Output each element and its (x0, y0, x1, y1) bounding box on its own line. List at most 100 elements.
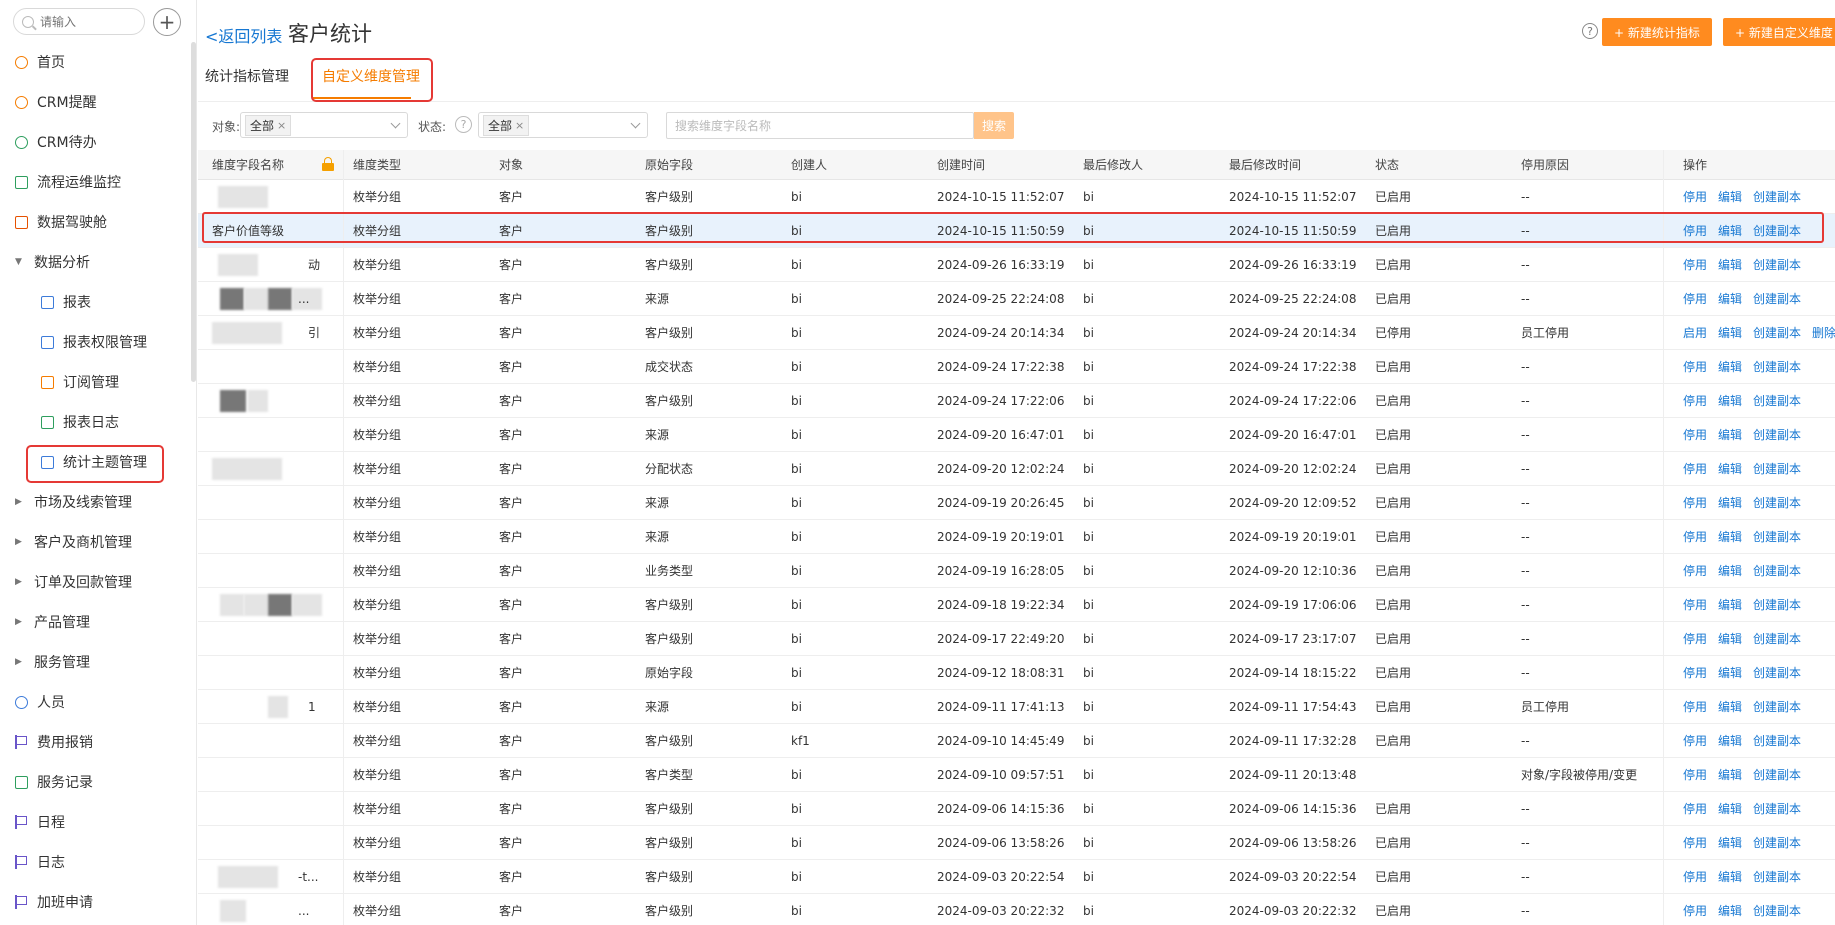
action-link[interactable]: 创建副本 (1753, 188, 1801, 205)
table-row[interactable]: 引 枚举分组 客户 客户级别 bi 2024-09-24 20:14:34 bi 2024-0… (198, 316, 1835, 350)
action-link[interactable]: 创建副本 (1753, 902, 1801, 919)
sidebar-item-8[interactable]: 订阅管理 (0, 362, 190, 402)
action-link[interactable]: 编辑 (1718, 222, 1742, 239)
action-link[interactable]: 停用 (1683, 528, 1707, 545)
sidebar-item-16[interactable]: 人员 (0, 682, 190, 722)
sidebar-item-21[interactable]: 加班申请 (0, 882, 190, 922)
table-row[interactable]: 枚举分组 客户 客户类型 bi 2024-09-10 09:57:51 bi 2024-09… (198, 758, 1835, 792)
action-link[interactable]: 编辑 (1718, 630, 1742, 647)
action-link[interactable]: 创建副本 (1753, 324, 1801, 341)
new-metric-button[interactable]: + 新建统计指标 (1602, 18, 1712, 46)
action-link[interactable]: 编辑 (1718, 698, 1742, 715)
back-to-list-link[interactable]: <返回列表 (205, 23, 282, 47)
sidebar-item-15[interactable]: ▶ 服务管理 (0, 642, 190, 682)
table-row[interactable]: 枚举分组 客户 客户级别 bi 2024-09-06 14:15:36 bi 2024-09… (198, 792, 1835, 826)
status-help-icon[interactable]: ? (455, 116, 472, 133)
action-link[interactable]: 编辑 (1718, 868, 1742, 885)
sidebar-item-1[interactable]: CRM提醒 (0, 82, 190, 122)
table-row[interactable]: 枚举分组 客户 客户级别 bi 2024-10-15 11:52:07 bi 2024-10… (198, 180, 1835, 214)
action-link[interactable]: 停用 (1683, 766, 1707, 783)
action-link[interactable]: 启用 (1683, 324, 1707, 341)
sidebar-item-2[interactable]: CRM待办 (0, 122, 190, 162)
action-link[interactable]: 编辑 (1718, 800, 1742, 817)
action-link[interactable]: 创建副本 (1753, 732, 1801, 749)
tag-close-icon[interactable]: × (515, 119, 524, 132)
table-row[interactable]: 枚举分组 客户 原始字段 bi 2024-09-12 18:08:31 bi 2024-09… (198, 656, 1835, 690)
sidebar-item-20[interactable]: 日志 (0, 842, 190, 882)
table-row[interactable]: 客户价值等级 枚举分组 客户 客户级别 bi 2024-10-15 11:50:59 bi 2… (198, 214, 1835, 248)
sidebar-item-11[interactable]: ▶ 市场及线索管理 (0, 482, 190, 522)
status-filter-select[interactable]: 全部 × (478, 112, 648, 138)
action-link[interactable]: 创建副本 (1753, 800, 1801, 817)
sidebar-item-9[interactable]: 报表日志 (0, 402, 190, 442)
action-link[interactable]: 停用 (1683, 460, 1707, 477)
new-dimension-button[interactable]: + 新建自定义维度 (1723, 18, 1835, 46)
action-link[interactable]: 停用 (1683, 834, 1707, 851)
sidebar-scrollbar[interactable] (191, 42, 196, 382)
action-link[interactable]: 编辑 (1718, 664, 1742, 681)
action-link[interactable]: 编辑 (1718, 392, 1742, 409)
action-link[interactable]: 停用 (1683, 188, 1707, 205)
lock-icon[interactable] (322, 157, 334, 171)
table-row[interactable]: 枚举分组 客户 客户级别 kf1 2024-09-10 14:45:49 bi 2024-0… (198, 724, 1835, 758)
sidebar-search-input[interactable] (40, 14, 130, 29)
action-link[interactable]: 编辑 (1718, 426, 1742, 443)
action-link[interactable]: 创建副本 (1753, 460, 1801, 477)
search-button[interactable]: 搜索 (974, 112, 1014, 139)
action-link[interactable]: 编辑 (1718, 290, 1742, 307)
action-link[interactable]: 编辑 (1718, 256, 1742, 273)
sidebar-item-13[interactable]: ▶ 订单及回款管理 (0, 562, 190, 602)
table-row[interactable]: 枚举分组 客户 成交状态 bi 2024-09-24 17:22:38 bi 2024-09… (198, 350, 1835, 384)
table-row[interactable]: 枚举分组 客户 来源 bi 2024-09-19 20:26:45 bi 2024-09-2… (198, 486, 1835, 520)
sidebar-item-14[interactable]: ▶ 产品管理 (0, 602, 190, 642)
action-link[interactable]: 编辑 (1718, 596, 1742, 613)
sidebar-item-5[interactable]: ▼ 数据分析 (0, 242, 190, 282)
sidebar-item-10[interactable]: 统计主题管理 (0, 442, 190, 483)
tag-close-icon[interactable]: × (277, 119, 286, 132)
sidebar-item-17[interactable]: 费用报销 (0, 722, 190, 762)
table-row[interactable]: 枚举分组 客户 客户级别 bi 2024-09-17 22:49:20 bi 2024-09… (198, 622, 1835, 656)
table-row[interactable]: 枚举分组 客户 来源 bi 2024-09-19 20:19:01 bi 2024-09-1… (198, 520, 1835, 554)
action-link[interactable]: 停用 (1683, 596, 1707, 613)
sidebar-search[interactable] (13, 8, 145, 35)
action-link[interactable]: 创建副本 (1753, 528, 1801, 545)
dimension-search-input[interactable]: 搜索维度字段名称 (666, 112, 974, 139)
action-link[interactable]: 停用 (1683, 494, 1707, 511)
action-link[interactable]: 编辑 (1718, 494, 1742, 511)
action-link[interactable]: 创建副本 (1753, 494, 1801, 511)
action-link[interactable]: 编辑 (1718, 358, 1742, 375)
action-link[interactable]: 创建副本 (1753, 290, 1801, 307)
action-link[interactable]: 停用 (1683, 664, 1707, 681)
sidebar-item-18[interactable]: 服务记录 (0, 762, 190, 802)
action-link[interactable]: 编辑 (1718, 732, 1742, 749)
sidebar-item-6[interactable]: 报表 (0, 282, 190, 322)
action-link[interactable]: 创建副本 (1753, 630, 1801, 647)
sidebar-item-7[interactable]: 报表权限管理 (0, 322, 190, 362)
table-row[interactable]: 枚举分组 客户 业务类型 bi 2024-09-19 16:28:05 bi 2024-09… (198, 554, 1835, 588)
action-link[interactable]: 编辑 (1718, 188, 1742, 205)
action-link[interactable]: 停用 (1683, 562, 1707, 579)
table-row[interactable]: ... 枚举分组 客户 客户级别 bi 2024-09-03 20:22:32 bi 2024… (198, 894, 1835, 925)
table-row[interactable]: 动 枚举分组 客户 客户级别 bi 2024-09-26 16:33:19 bi 2024-0… (198, 248, 1835, 282)
action-link[interactable]: 创建副本 (1753, 698, 1801, 715)
action-link[interactable]: 停用 (1683, 426, 1707, 443)
action-link[interactable]: 停用 (1683, 800, 1707, 817)
action-link[interactable]: 创建副本 (1753, 256, 1801, 273)
action-link[interactable]: 创建副本 (1753, 596, 1801, 613)
action-link[interactable]: 停用 (1683, 358, 1707, 375)
action-link[interactable]: 编辑 (1718, 902, 1742, 919)
action-link[interactable]: 编辑 (1718, 834, 1742, 851)
sidebar-item-3[interactable]: 流程运维监控 (0, 162, 190, 202)
action-link[interactable]: 创建副本 (1753, 358, 1801, 375)
action-link[interactable]: 停用 (1683, 392, 1707, 409)
tab-metric-management[interactable]: 统计指标管理 (205, 66, 289, 86)
action-link[interactable]: 创建副本 (1753, 664, 1801, 681)
sidebar-item-4[interactable]: 数据驾驶舱 (0, 202, 190, 242)
help-icon[interactable]: ? (1582, 23, 1598, 39)
object-filter-select[interactable]: 全部 × (240, 112, 408, 138)
sidebar-item-0[interactable]: 首页 (0, 42, 190, 82)
action-link[interactable]: 停用 (1683, 868, 1707, 885)
table-row[interactable]: ... 枚举分组 客户 来源 bi 2024-09-25 22:24:08 bi 2024-0… (198, 282, 1835, 316)
table-row[interactable]: 枚举分组 客户 客户级别 bi 2024-09-06 13:58:26 bi 2024-09… (198, 826, 1835, 860)
action-link[interactable]: 停用 (1683, 902, 1707, 919)
